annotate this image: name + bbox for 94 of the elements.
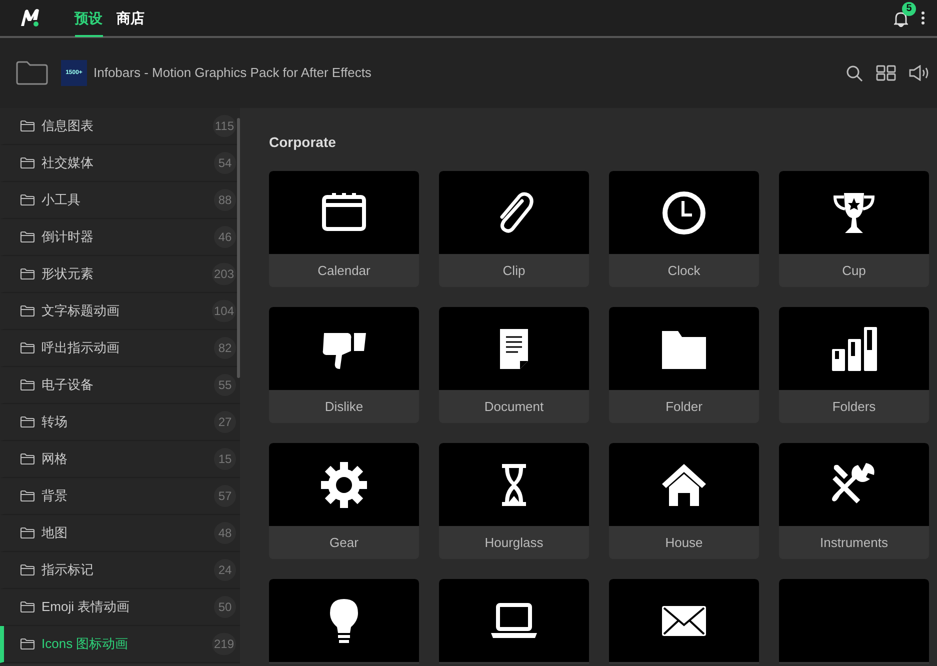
preset-label: House: [664, 534, 704, 552]
preset-label: Folder: [664, 398, 704, 416]
preset-label: Dislike: [324, 398, 364, 416]
category-label: 地图: [42, 524, 68, 542]
count-badge: 54: [214, 152, 236, 174]
folder-icon: [20, 342, 35, 354]
count-badge: 115: [212, 115, 236, 137]
notification-badge: 5: [902, 2, 916, 16]
category-item[interactable]: Emoji 表情动画 50: [0, 589, 240, 626]
category-label: 呼出指示动画: [42, 339, 120, 358]
count-badge: 82: [214, 337, 236, 359]
folder-icon: [20, 120, 35, 132]
folder-icon: [20, 601, 35, 613]
category-label: 指示标记: [42, 561, 94, 580]
category-label: 信息图表: [42, 117, 94, 136]
preset-label: Document: [483, 398, 545, 416]
clock-icon: [660, 188, 708, 236]
preset-label: Clip: [502, 262, 526, 280]
preset-card[interactable]: [609, 579, 759, 664]
section-title: Corporate: [269, 133, 337, 152]
folder-icon: [20, 564, 35, 576]
preset-card[interactable]: Hourglass: [439, 443, 589, 559]
folder-icon: [20, 268, 35, 280]
pack-title: Infobars - Motion Graphics Pack for After Effects: [94, 64, 372, 82]
count-badge: 27: [214, 411, 236, 433]
folder-icon: [20, 453, 35, 465]
folder-icon: [20, 194, 35, 206]
folder-icon: [20, 416, 35, 428]
preset-card[interactable]: House: [609, 443, 759, 559]
folder-icon: [20, 231, 35, 243]
preset-card[interactable]: Clock: [609, 171, 759, 287]
count-badge: 88: [214, 189, 236, 211]
count-badge: 46: [214, 226, 236, 248]
speaker-icon[interactable]: [909, 65, 931, 81]
category-item[interactable]: 背景 57: [0, 478, 240, 515]
folder-icon: [20, 638, 35, 650]
preset-card[interactable]: Folder: [609, 307, 759, 423]
category-label: Icons 图标动画: [42, 635, 128, 654]
preset-card[interactable]: [269, 579, 419, 664]
count-badge: 104: [212, 300, 236, 322]
category-label: 电子设备: [42, 376, 94, 394]
preset-label: Instruments: [819, 534, 889, 552]
preset-label: Gear: [328, 534, 360, 552]
folder-icon: [20, 305, 35, 317]
category-label: Emoji 表情动画: [42, 598, 130, 616]
folder-icon: [20, 490, 35, 502]
bar-chart-icon: [830, 324, 878, 372]
category-label: 转场: [42, 413, 68, 432]
category-label: 形状元素: [42, 265, 94, 284]
preset-card[interactable]: [439, 579, 589, 664]
grid-view-icon[interactable]: [876, 65, 896, 81]
preset-card[interactable]: Instruments: [779, 443, 929, 559]
preset-label: Cup: [841, 262, 867, 280]
preset-label: Folders: [831, 398, 877, 416]
bell-icon[interactable]: [894, 10, 908, 27]
gear-icon: [320, 460, 368, 508]
category-label: 倒计时器: [42, 228, 94, 246]
count-badge: 15: [214, 448, 236, 470]
category-item[interactable]: Icons 图标动画 219: [0, 626, 240, 663]
preset-card[interactable]: Document: [439, 307, 589, 423]
folder-icon: [20, 379, 35, 391]
category-label: 网格: [42, 450, 68, 468]
count-badge: 48: [214, 522, 236, 544]
logo-icon: [20, 8, 42, 28]
folder-icon: [20, 527, 35, 539]
count-badge: 203: [212, 263, 236, 285]
preset-label: Clock: [666, 262, 702, 280]
category-label: 社交媒体: [42, 154, 94, 172]
category-label: 小工具: [42, 191, 80, 210]
category-item[interactable]: 电子设备 55: [0, 367, 240, 404]
folder-icon[interactable]: [16, 61, 48, 85]
category-item[interactable]: 地图 48: [0, 515, 240, 552]
preset-card[interactable]: Cup: [779, 171, 929, 287]
search-icon[interactable]: [846, 64, 863, 82]
count-badge: 57: [214, 485, 236, 507]
folder-icon: [20, 157, 35, 169]
preset-card[interactable]: Calendar: [269, 171, 419, 287]
preset-card[interactable]: Folders: [779, 307, 929, 423]
category-item[interactable]: 网格 15: [0, 441, 240, 478]
count-badge: 55: [214, 374, 236, 396]
category-label: 背景: [42, 487, 68, 506]
preset-card[interactable]: Clip: [439, 171, 589, 287]
more-menu-icon[interactable]: [921, 11, 925, 25]
preset-card[interactable]: Dislike: [269, 307, 419, 423]
category-item[interactable]: 指示标记 24: [0, 552, 240, 589]
count-badge: 219: [212, 633, 236, 655]
count-badge: 24: [214, 559, 236, 581]
preset-card[interactable]: Gear: [269, 443, 419, 559]
preset-label: Calendar: [316, 262, 372, 280]
count-badge: 50: [214, 596, 236, 618]
nav-tab[interactable]: 商店: [116, 0, 144, 37]
category-label: 文字标题动画: [42, 302, 120, 320]
category-item[interactable]: 转场 27: [0, 404, 240, 441]
preset-label: Hourglass: [484, 534, 544, 552]
